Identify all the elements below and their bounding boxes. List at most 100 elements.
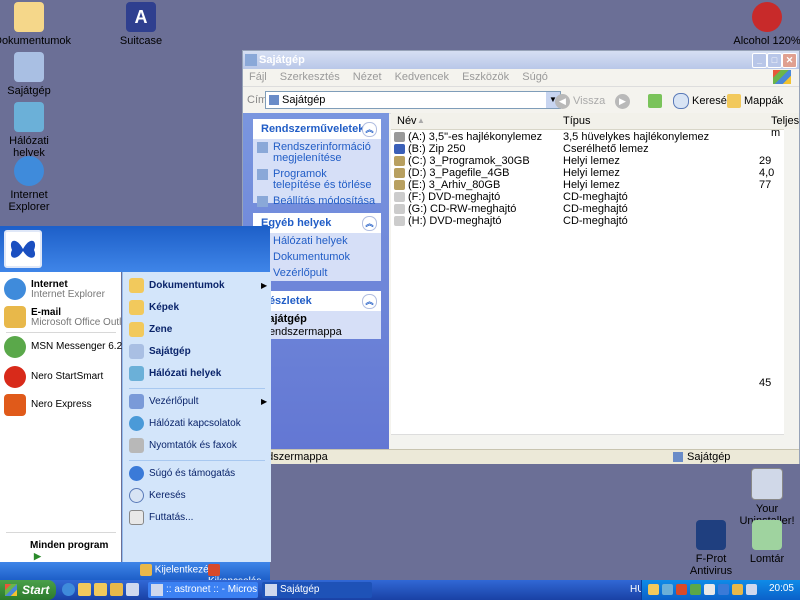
search-button[interactable]: Keresés [673, 92, 732, 110]
tray-icon[interactable] [732, 584, 743, 595]
menu-edit[interactable]: Szerkesztés [280, 71, 340, 83]
desktop-icon-dokumentumok[interactable]: Dokumentumok [0, 2, 71, 47]
separator [6, 332, 116, 333]
tray-icon[interactable] [718, 584, 729, 595]
hard-drive-icon [394, 168, 405, 178]
recycle-bin-icon [752, 520, 782, 550]
file-row[interactable]: (G:) CD-RW-meghajtó CD-meghajtó [391, 203, 784, 215]
other-places-header[interactable]: Egyéb helyek ︽ [253, 213, 381, 233]
file-row[interactable]: (E:) 3_Arhiv_80GB Helyi lemez 77 [391, 179, 784, 191]
window-titlebar[interactable]: Sajátgép _ □ ✕ [243, 51, 799, 69]
quicklaunch-extra-icon[interactable] [126, 583, 139, 596]
forward-button[interactable]: ▶ [615, 92, 633, 110]
place-network[interactable]: Hálózati helyek [253, 233, 381, 249]
menu-file[interactable]: Fájl [249, 71, 267, 83]
nero-express-icon [4, 394, 26, 416]
minimize-button[interactable]: _ [752, 53, 767, 68]
quicklaunch-media-icon[interactable] [110, 583, 123, 596]
desktop-icon-alcohol[interactable]: Alcohol 120% [732, 2, 800, 47]
file-row[interactable]: (H:) DVD-meghajtó CD-meghajtó [391, 215, 784, 227]
file-row[interactable]: (F:) DVD-meghajtó CD-meghajtó [391, 191, 784, 203]
avatar[interactable] [4, 230, 42, 268]
zip-drive-icon [394, 144, 405, 154]
hard-drive-icon [394, 156, 405, 166]
menu-view[interactable]: Nézet [353, 71, 382, 83]
up-button[interactable] [648, 92, 665, 110]
tray-icon[interactable] [704, 584, 715, 595]
volume-icon[interactable] [746, 584, 757, 595]
folders-button[interactable]: Mappák [727, 92, 783, 110]
desktop-icon-sajatgep[interactable]: Sajátgép [0, 52, 64, 97]
column-name[interactable]: Név [397, 115, 417, 127]
desktop-icon-lomtar[interactable]: Lomtár [732, 520, 800, 565]
computer-icon [673, 452, 683, 462]
status-bar: Rendszermappa Sajátgép [243, 449, 799, 464]
sort-arrow-icon: ▲ [417, 116, 425, 125]
task-add-remove-programs[interactable]: Programok telepítése és törlése [253, 166, 381, 193]
back-button[interactable]: ◀ Vissza [555, 92, 605, 110]
taskbar-button-browser[interactable]: :: astronet :: - Micros... [148, 582, 258, 598]
menu-tools[interactable]: Eszközök [462, 71, 509, 83]
logoff-button[interactable]: Kijelentkezés [140, 564, 214, 576]
details-header[interactable]: Részletek ︽ [253, 291, 381, 311]
place-control-panel[interactable]: Vezérlőpult [253, 265, 381, 281]
back-arrow-icon: ◀ [555, 93, 570, 109]
start-menu-header [0, 226, 270, 272]
start-menu-left: Internet Internet Explorer E-mail Micros… [0, 272, 138, 562]
computer-icon [265, 584, 277, 596]
file-row[interactable]: (B:) Zip 250 Cserélhető lemez [391, 143, 784, 155]
column-type[interactable]: Típus [563, 115, 591, 127]
all-programs-button[interactable]: Minden program ▶ [30, 540, 121, 562]
desktop-icon-suitcase[interactable]: A Suitcase [106, 2, 176, 47]
start-button[interactable]: Start [0, 580, 56, 600]
close-button[interactable]: ✕ [782, 53, 797, 68]
arrow-right-icon: ▶ [34, 551, 41, 561]
system-tasks-header[interactable]: Rendszerműveletek ︽ [253, 119, 381, 139]
quicklaunch-explorer-icon[interactable] [78, 583, 91, 596]
task-change-setting[interactable]: Beállítás módosítása [253, 193, 381, 209]
menu-favorites[interactable]: Kedvencek [395, 71, 449, 83]
tray-icon[interactable] [676, 584, 687, 595]
control-panel-icon [129, 394, 144, 409]
tray-icon[interactable] [690, 584, 701, 595]
hard-drive-icon [394, 180, 405, 190]
desktop-icon-halozati-helyek[interactable]: Hálózati helyek [0, 102, 64, 159]
file-row[interactable]: (C:) 3_Programok_30GB Helyi lemez 29 [391, 155, 784, 167]
menu-help[interactable]: Súgó [522, 71, 548, 83]
dvd-drive-icon [394, 192, 405, 202]
address-bar: Cím Sajátgép ▼ ◀ Vissza ▶ Keresés Mappák [243, 87, 799, 114]
desktop-icon-your-uninstaller[interactable]: Your Uninstaller! [732, 468, 800, 527]
windows-logo-icon [5, 584, 17, 596]
computer-icon [245, 54, 257, 66]
collapse-icon[interactable]: ︽ [362, 294, 377, 309]
file-row[interactable]: (D:) 3_Pagefile_4GB Helyi lemez 4,0 [391, 167, 784, 179]
logoff-icon [140, 564, 152, 576]
explorer-window[interactable]: Sajátgép _ □ ✕ Fájl Szerkesztés Nézet Ke… [242, 50, 800, 464]
desktop-icon-internet-explorer[interactable]: Internet Explorer [0, 156, 64, 213]
place-documents[interactable]: Dokumentumok [253, 249, 381, 265]
task-system-info[interactable]: Rendszerinformáció megjelenítése [253, 139, 381, 166]
file-list[interactable]: Név ▲ Típus Teljes m (A:) 3,5"-es hajlék… [391, 113, 799, 449]
maximize-button[interactable]: □ [767, 53, 782, 68]
horizontal-scrollbar[interactable] [391, 434, 784, 449]
tray-icon[interactable] [662, 584, 673, 595]
power-icon [208, 564, 220, 576]
collapse-icon[interactable]: ︽ [362, 122, 377, 137]
quicklaunch-ie-icon[interactable] [62, 583, 75, 596]
tray-icon[interactable] [648, 584, 659, 595]
clock[interactable]: 20:05 [769, 583, 794, 594]
butterfly-icon [10, 240, 36, 258]
separator [129, 460, 265, 461]
taskbar-button-sajatgep[interactable]: Sajátgép [262, 582, 372, 598]
computer-icon [269, 95, 279, 105]
control-panel-icon [257, 196, 268, 207]
collapse-icon[interactable]: ︽ [362, 216, 377, 231]
quicklaunch-folder-icon[interactable] [94, 583, 107, 596]
system-tray: 20:05 [641, 580, 800, 600]
cd-rw-drive-icon [394, 204, 405, 214]
vertical-scrollbar[interactable] [784, 129, 799, 449]
file-row[interactable]: (A:) 3,5"-es hajlékonylemez 3,5 hüvelykes… [391, 131, 784, 143]
address-field[interactable]: Sajátgép ▼ [265, 91, 561, 109]
folder-icon [727, 94, 741, 109]
search-icon [673, 93, 689, 110]
